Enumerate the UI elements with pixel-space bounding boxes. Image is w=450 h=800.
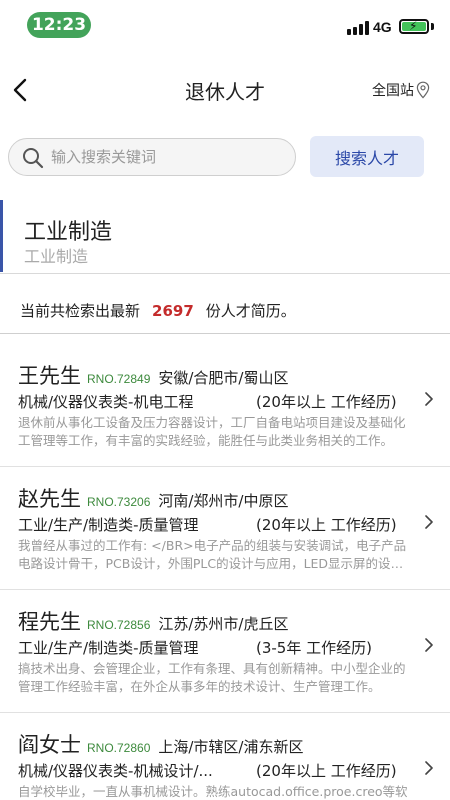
talent-name: 王先生 — [18, 364, 81, 388]
talent-job: 机械/仪器仪表类-机电工程 — [18, 393, 194, 411]
talent-name: 程先生 — [18, 610, 81, 634]
talent-header: 赵先生 RNO.73206 河南/郑州市/中原区 — [18, 483, 288, 513]
status-bar: 12:23 4G ⚡ — [0, 0, 450, 50]
talent-description: 我曾经从事过的工作有: </BR>电子产品的组装与安装调试，电子产品电路设计骨干… — [18, 538, 407, 571]
talent-location: 上海/市辖区/浦东新区 — [158, 738, 304, 756]
category-title: 工业制造 — [24, 220, 113, 245]
result-prefix: 当前共检索出最新 — [20, 302, 141, 320]
talent-job: 工业/生产/制造类-质量管理 — [18, 639, 199, 657]
talent-location: 江苏/苏州市/虎丘区 — [158, 615, 289, 633]
talent-name: 阎女士 — [18, 733, 81, 757]
talent-job-row: 工业/生产/制造类-质量管理 (3-5年 工作经历) — [18, 637, 414, 658]
talent-list: 王先生 RNO.72849 安徽/合肥市/蜀山区 机械/仪器仪表类-机电工程 (2… — [0, 344, 450, 800]
talent-card[interactable]: 王先生 RNO.72849 安徽/合肥市/蜀山区 机械/仪器仪表类-机电工程 (2… — [0, 344, 450, 467]
talent-location: 安徽/合肥市/蜀山区 — [158, 369, 289, 387]
divider — [0, 333, 450, 334]
result-suffix: 份人才简历。 — [205, 302, 296, 320]
nav-bar: 退休人才 全国站 — [0, 60, 450, 120]
talent-card[interactable]: 程先生 RNO.72856 江苏/苏州市/虎丘区 工业/生产/制造类-质量管理 (… — [0, 590, 450, 713]
talent-experience: (20年以上 工作经历) — [256, 762, 397, 780]
location-pin-icon — [416, 81, 430, 99]
search-icon — [23, 148, 44, 169]
talent-rno: RNO.72856 — [87, 618, 151, 632]
result-count: 当前共检索出最新 2697 份人才简历。 — [20, 300, 296, 321]
talent-job-row: 机械/仪器仪表类-机械设计/... (20年以上 工作经历) — [18, 760, 414, 781]
chevron-right-icon — [425, 515, 433, 529]
divider — [0, 273, 450, 274]
chevron-right-icon — [425, 392, 433, 406]
talent-name: 赵先生 — [18, 487, 81, 511]
talent-header: 王先生 RNO.72849 安徽/合肥市/蜀山区 — [18, 360, 288, 390]
talent-header: 阎女士 RNO.72860 上海/市辖区/浦东新区 — [18, 729, 303, 759]
chevron-right-icon — [425, 761, 433, 775]
chevron-right-icon — [425, 638, 433, 652]
region-label: 全国站 — [372, 83, 414, 99]
talent-job-row: 工业/生产/制造类-质量管理 (20年以上 工作经历) — [18, 514, 414, 535]
search-input[interactable] — [51, 140, 289, 174]
talent-description: 自学校毕业，一直从事机械设计。熟练autocad.office.proe.cre… — [18, 784, 408, 799]
network-type: 4G — [373, 19, 392, 35]
talent-rno: RNO.73206 — [87, 495, 151, 509]
status-time: 12:23 — [27, 12, 91, 38]
talent-description: 退休前从事化工设备及压力容器设计，工厂自备电站项目建设及基础化工管理等工作，有丰… — [18, 415, 406, 448]
result-count-number: 2697 — [152, 302, 194, 320]
category-accent-bar — [0, 200, 3, 272]
talent-card[interactable]: 赵先生 RNO.73206 河南/郑州市/中原区 工业/生产/制造类-质量管理 (… — [0, 467, 450, 590]
talent-experience: (3-5年 工作经历) — [256, 639, 372, 657]
category-header: 工业制造 工业制造 — [0, 200, 450, 272]
region-selector[interactable]: 全国站 — [372, 80, 430, 100]
search-box — [8, 138, 296, 176]
talent-description: 搞技术出身、会管理企业，工作有条理、具有创新精神。中小型企业的管理工作经验丰富，… — [18, 661, 406, 694]
talent-card[interactable]: 阎女士 RNO.72860 上海/市辖区/浦东新区 机械/仪器仪表类-机械设计/… — [0, 713, 450, 800]
talent-rno: RNO.72849 — [87, 372, 151, 386]
search-talent-button[interactable]: 搜索人才 — [310, 136, 424, 177]
talent-job-row: 机械/仪器仪表类-机电工程 (20年以上 工作经历) — [18, 391, 414, 412]
talent-experience: (20年以上 工作经历) — [256, 393, 397, 411]
talent-job: 机械/仪器仪表类-机械设计/... — [18, 762, 213, 780]
category-subtitle: 工业制造 — [24, 247, 89, 266]
battery-charging-icon: ⚡ — [399, 19, 429, 34]
battery-tip — [431, 23, 434, 30]
talent-job: 工业/生产/制造类-质量管理 — [18, 516, 199, 534]
talent-header: 程先生 RNO.72856 江苏/苏州市/虎丘区 — [18, 606, 288, 636]
talent-location: 河南/郑州市/中原区 — [158, 492, 289, 510]
signal-bars-icon — [347, 21, 369, 35]
talent-rno: RNO.72860 — [87, 741, 151, 755]
talent-experience: (20年以上 工作经历) — [256, 516, 397, 534]
